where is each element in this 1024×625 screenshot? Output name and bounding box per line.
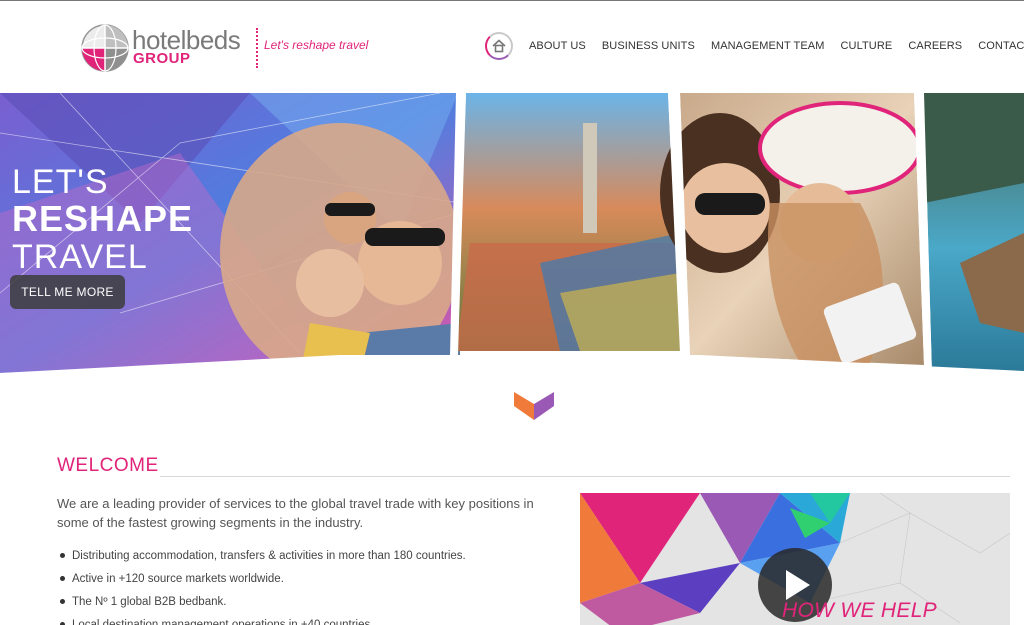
hero-headline: LET'S RESHAPE TRAVEL	[12, 165, 193, 275]
play-icon	[786, 570, 810, 600]
nav-about-us[interactable]: ABOUT US	[529, 40, 586, 52]
site-header: hotelbeds GROUP Let's reshape travel ABO…	[0, 0, 1024, 93]
hero-banner: LET'S RESHAPE TRAVEL TELL ME MORE	[0, 93, 1024, 375]
bullet-text: Distributing accommodation, transfers & …	[72, 550, 466, 562]
logo-divider	[256, 28, 258, 68]
bullet-icon	[60, 576, 65, 581]
bullet-text: The Nº 1 global B2B bedbank.	[72, 596, 227, 608]
logo-group: GROUP	[133, 50, 191, 67]
welcome-divider	[160, 476, 1010, 477]
nav-business-units[interactable]: BUSINESS UNITS	[602, 40, 695, 52]
list-item: The Nº 1 global B2B bedbank.	[60, 594, 560, 617]
hotelbeds-logo[interactable]: hotelbeds GROUP Let's reshape travel	[80, 23, 380, 73]
hero-line-3: TRAVEL	[12, 238, 148, 276]
tell-me-more-button[interactable]: TELL ME MORE	[10, 275, 125, 309]
tagline: Let's reshape travel	[264, 38, 369, 52]
chevron-down-icon[interactable]	[514, 392, 554, 422]
bullet-text: Local destination management operations …	[72, 619, 374, 625]
video-player[interactable]: HOW WE HELP	[580, 493, 1010, 625]
welcome-title: WELCOME	[57, 455, 159, 476]
bullet-icon	[60, 553, 65, 558]
nav-careers[interactable]: CAREERS	[908, 40, 962, 52]
globe-logo-icon	[81, 24, 129, 72]
list-item: Distributing accommodation, transfers & …	[60, 548, 560, 571]
hero-line-2: RESHAPE	[12, 198, 194, 239]
main-nav: ABOUT US BUSINESS UNITS MANAGEMENT TEAM …	[485, 31, 1024, 61]
home-button[interactable]	[485, 32, 513, 60]
bullet-icon	[60, 599, 65, 604]
list-item: Active in +120 source markets worldwide.	[60, 571, 560, 594]
video-caption: HOW WE HELP	[782, 599, 937, 622]
nav-culture[interactable]: CULTURE	[841, 40, 893, 52]
welcome-bullet-list: Distributing accommodation, transfers & …	[60, 548, 560, 625]
welcome-intro: We are a leading provider of services to…	[57, 496, 534, 530]
list-item: Local destination management operations …	[60, 617, 560, 625]
nav-contact-us[interactable]: CONTACT US	[978, 40, 1024, 52]
home-icon	[492, 39, 506, 53]
hero-line-1: LET'S	[12, 163, 109, 201]
nav-management-team[interactable]: MANAGEMENT TEAM	[711, 40, 825, 52]
bullet-text: Active in +120 source markets worldwide.	[72, 573, 284, 585]
